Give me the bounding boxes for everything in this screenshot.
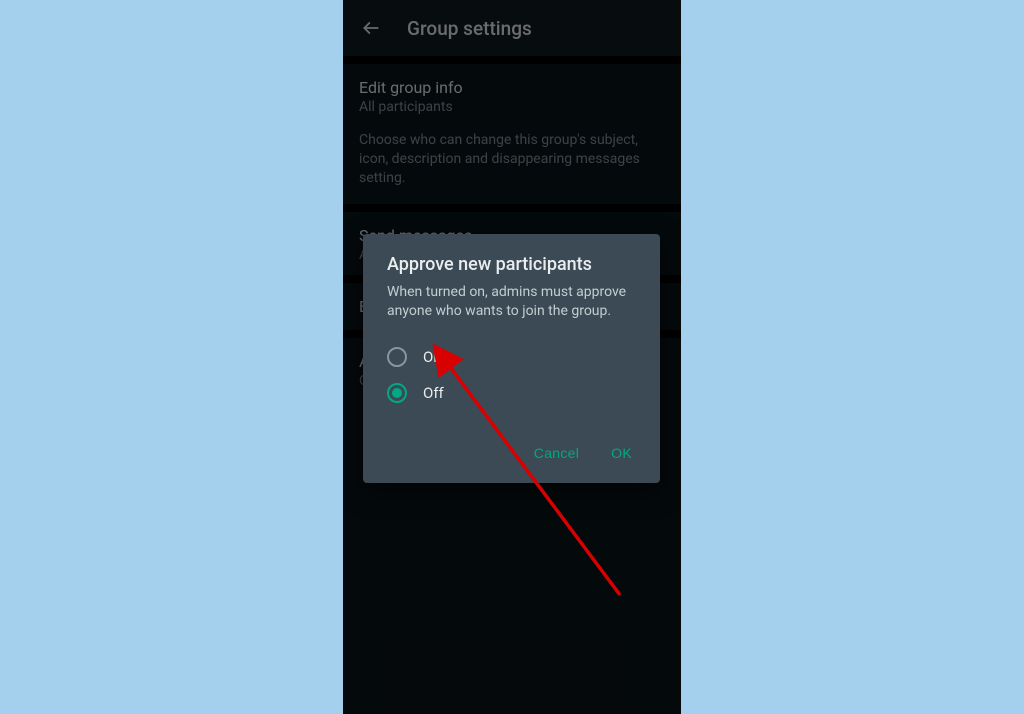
divider (343, 204, 681, 212)
cancel-button[interactable]: Cancel (530, 439, 583, 467)
setting-title: Edit group info (359, 78, 665, 97)
app-bar: Group settings (343, 0, 681, 56)
dialog-description: When turned on, admins must approve anyo… (387, 283, 636, 321)
radio-icon (387, 347, 407, 367)
page-title: Group settings (407, 17, 532, 40)
phone-screen: Group settings Edit group info All parti… (343, 0, 681, 714)
setting-description: Choose who can change this group's subje… (343, 127, 681, 204)
divider (343, 56, 681, 64)
radio-label: On (423, 348, 442, 366)
setting-subtitle: All participants (359, 99, 665, 115)
approve-participants-dialog: Approve new participants When turned on,… (363, 234, 660, 483)
dialog-title: Approve new participants (387, 254, 636, 275)
radio-option-on[interactable]: On (387, 339, 636, 375)
radio-option-off[interactable]: Off (387, 375, 636, 411)
radio-label: Off (423, 384, 444, 402)
radio-icon (387, 383, 407, 403)
back-arrow-icon[interactable] (359, 16, 383, 40)
ok-button[interactable]: OK (607, 439, 636, 467)
dialog-actions: Cancel OK (387, 435, 636, 473)
setting-edit-group-info[interactable]: Edit group info All participants (343, 64, 681, 127)
